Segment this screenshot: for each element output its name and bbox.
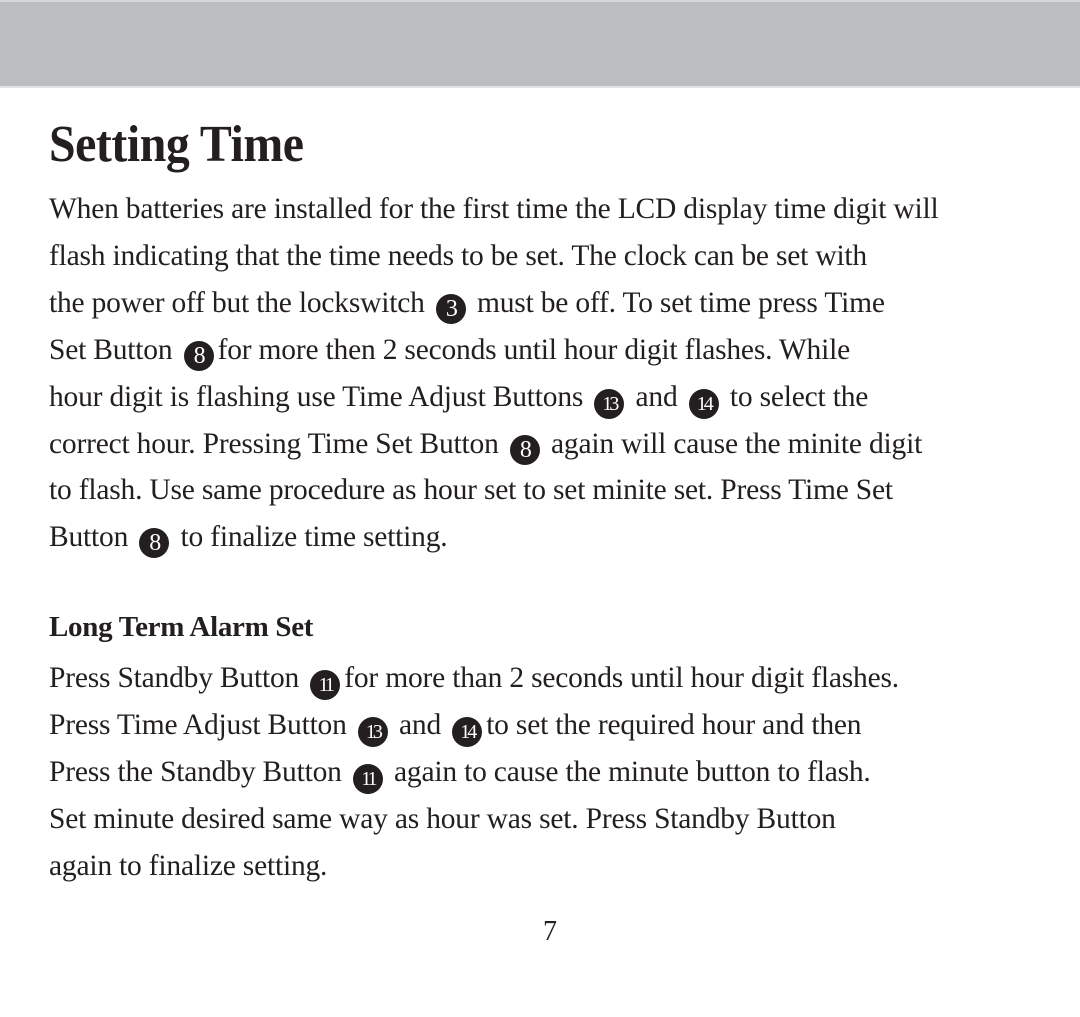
text-line: to flash. Use same procedure as hour set… <box>49 467 1059 514</box>
text-line: hour digit is flashing use Time Adjust B… <box>49 374 1059 421</box>
text-line: Press the Standby Button 11 again to cau… <box>49 749 1059 796</box>
text-line: Set minute desired same way as hour was … <box>49 796 1059 843</box>
text-run: Set minute desired same way as hour was … <box>49 802 836 835</box>
circled-number-11-icon: 11 <box>310 670 341 700</box>
text-line: Button 8 to finalize time setting. <box>49 514 1059 561</box>
text-run: Button <box>49 521 136 554</box>
setting-time-paragraph: When batteries are installed for the fir… <box>49 186 1059 561</box>
circled-number-11-icon: 11 <box>352 763 383 794</box>
text-line: flash indicating that the time needs to … <box>49 233 1059 280</box>
text-run: must be off. To set time press Time <box>469 286 885 319</box>
long-term-alarm-paragraph: Press Standby Button 11 for more than 2 s… <box>49 655 1059 890</box>
text-run: again to finalize setting. <box>49 849 328 882</box>
text-run: for more then 2 seconds until hour digit… <box>217 333 851 366</box>
text-run: When batteries are installed for the fir… <box>49 193 939 225</box>
text-line: Set Button 8 for more then 2 seconds unti… <box>49 327 1059 374</box>
page-number: 7 <box>543 916 557 947</box>
text-line: When batteries are installed for the fir… <box>49 186 1059 233</box>
circled-number-13-icon: 13 <box>357 716 388 747</box>
text-run: Press Time Adjust Button <box>49 708 354 741</box>
long-term-alarm-heading: Long Term Alarm Set <box>49 611 314 643</box>
text-run: correct hour. Pressing Time Set Button <box>49 427 506 460</box>
text-run: to finalize time setting. <box>173 521 448 554</box>
text-run: flash indicating that the time needs to … <box>49 239 867 272</box>
text-run: Press the Standby Button <box>49 755 349 788</box>
circled-number-8-icon: 8 <box>509 434 540 465</box>
text-run: hour digit is flashing use Time Adjust B… <box>49 380 591 413</box>
circled-number-3-icon: 3 <box>435 293 466 324</box>
text-run: and <box>391 708 449 741</box>
text-run: again will cause the minite digit <box>543 427 923 460</box>
circled-number-8-icon: 8 <box>183 340 214 371</box>
text-run: to set the required hour and then <box>486 708 862 741</box>
text-run: again to cause the minute button to flas… <box>386 755 871 788</box>
text-line: again to finalize setting. <box>49 843 1059 890</box>
text-run: Set Button <box>49 333 180 366</box>
text-run: Press Standby Button <box>49 662 307 694</box>
text-line: Press Time Adjust Button 13 and 14 to set… <box>49 702 1059 749</box>
header-band <box>0 0 1080 88</box>
text-line: Press Standby Button 11 for more than 2 s… <box>49 655 1059 702</box>
text-line: correct hour. Pressing Time Set Button 8… <box>49 421 1059 468</box>
text-run: and <box>628 380 685 413</box>
circled-number-8-icon: 8 <box>139 528 170 559</box>
text-run: to select the <box>722 380 869 413</box>
circled-number-14-icon: 14 <box>452 716 483 747</box>
circled-number-13-icon: 13 <box>594 388 625 419</box>
text-run: the power off but the lockswitch <box>49 286 432 319</box>
circled-number-14-icon: 14 <box>688 388 719 419</box>
text-line: the power off but the lockswitch 3 must … <box>49 280 1059 327</box>
text-run: for more than 2 seconds until hour digit… <box>344 662 899 694</box>
page-title: Setting Time <box>49 116 304 173</box>
text-run: to flash. Use same procedure as hour set… <box>49 474 893 507</box>
